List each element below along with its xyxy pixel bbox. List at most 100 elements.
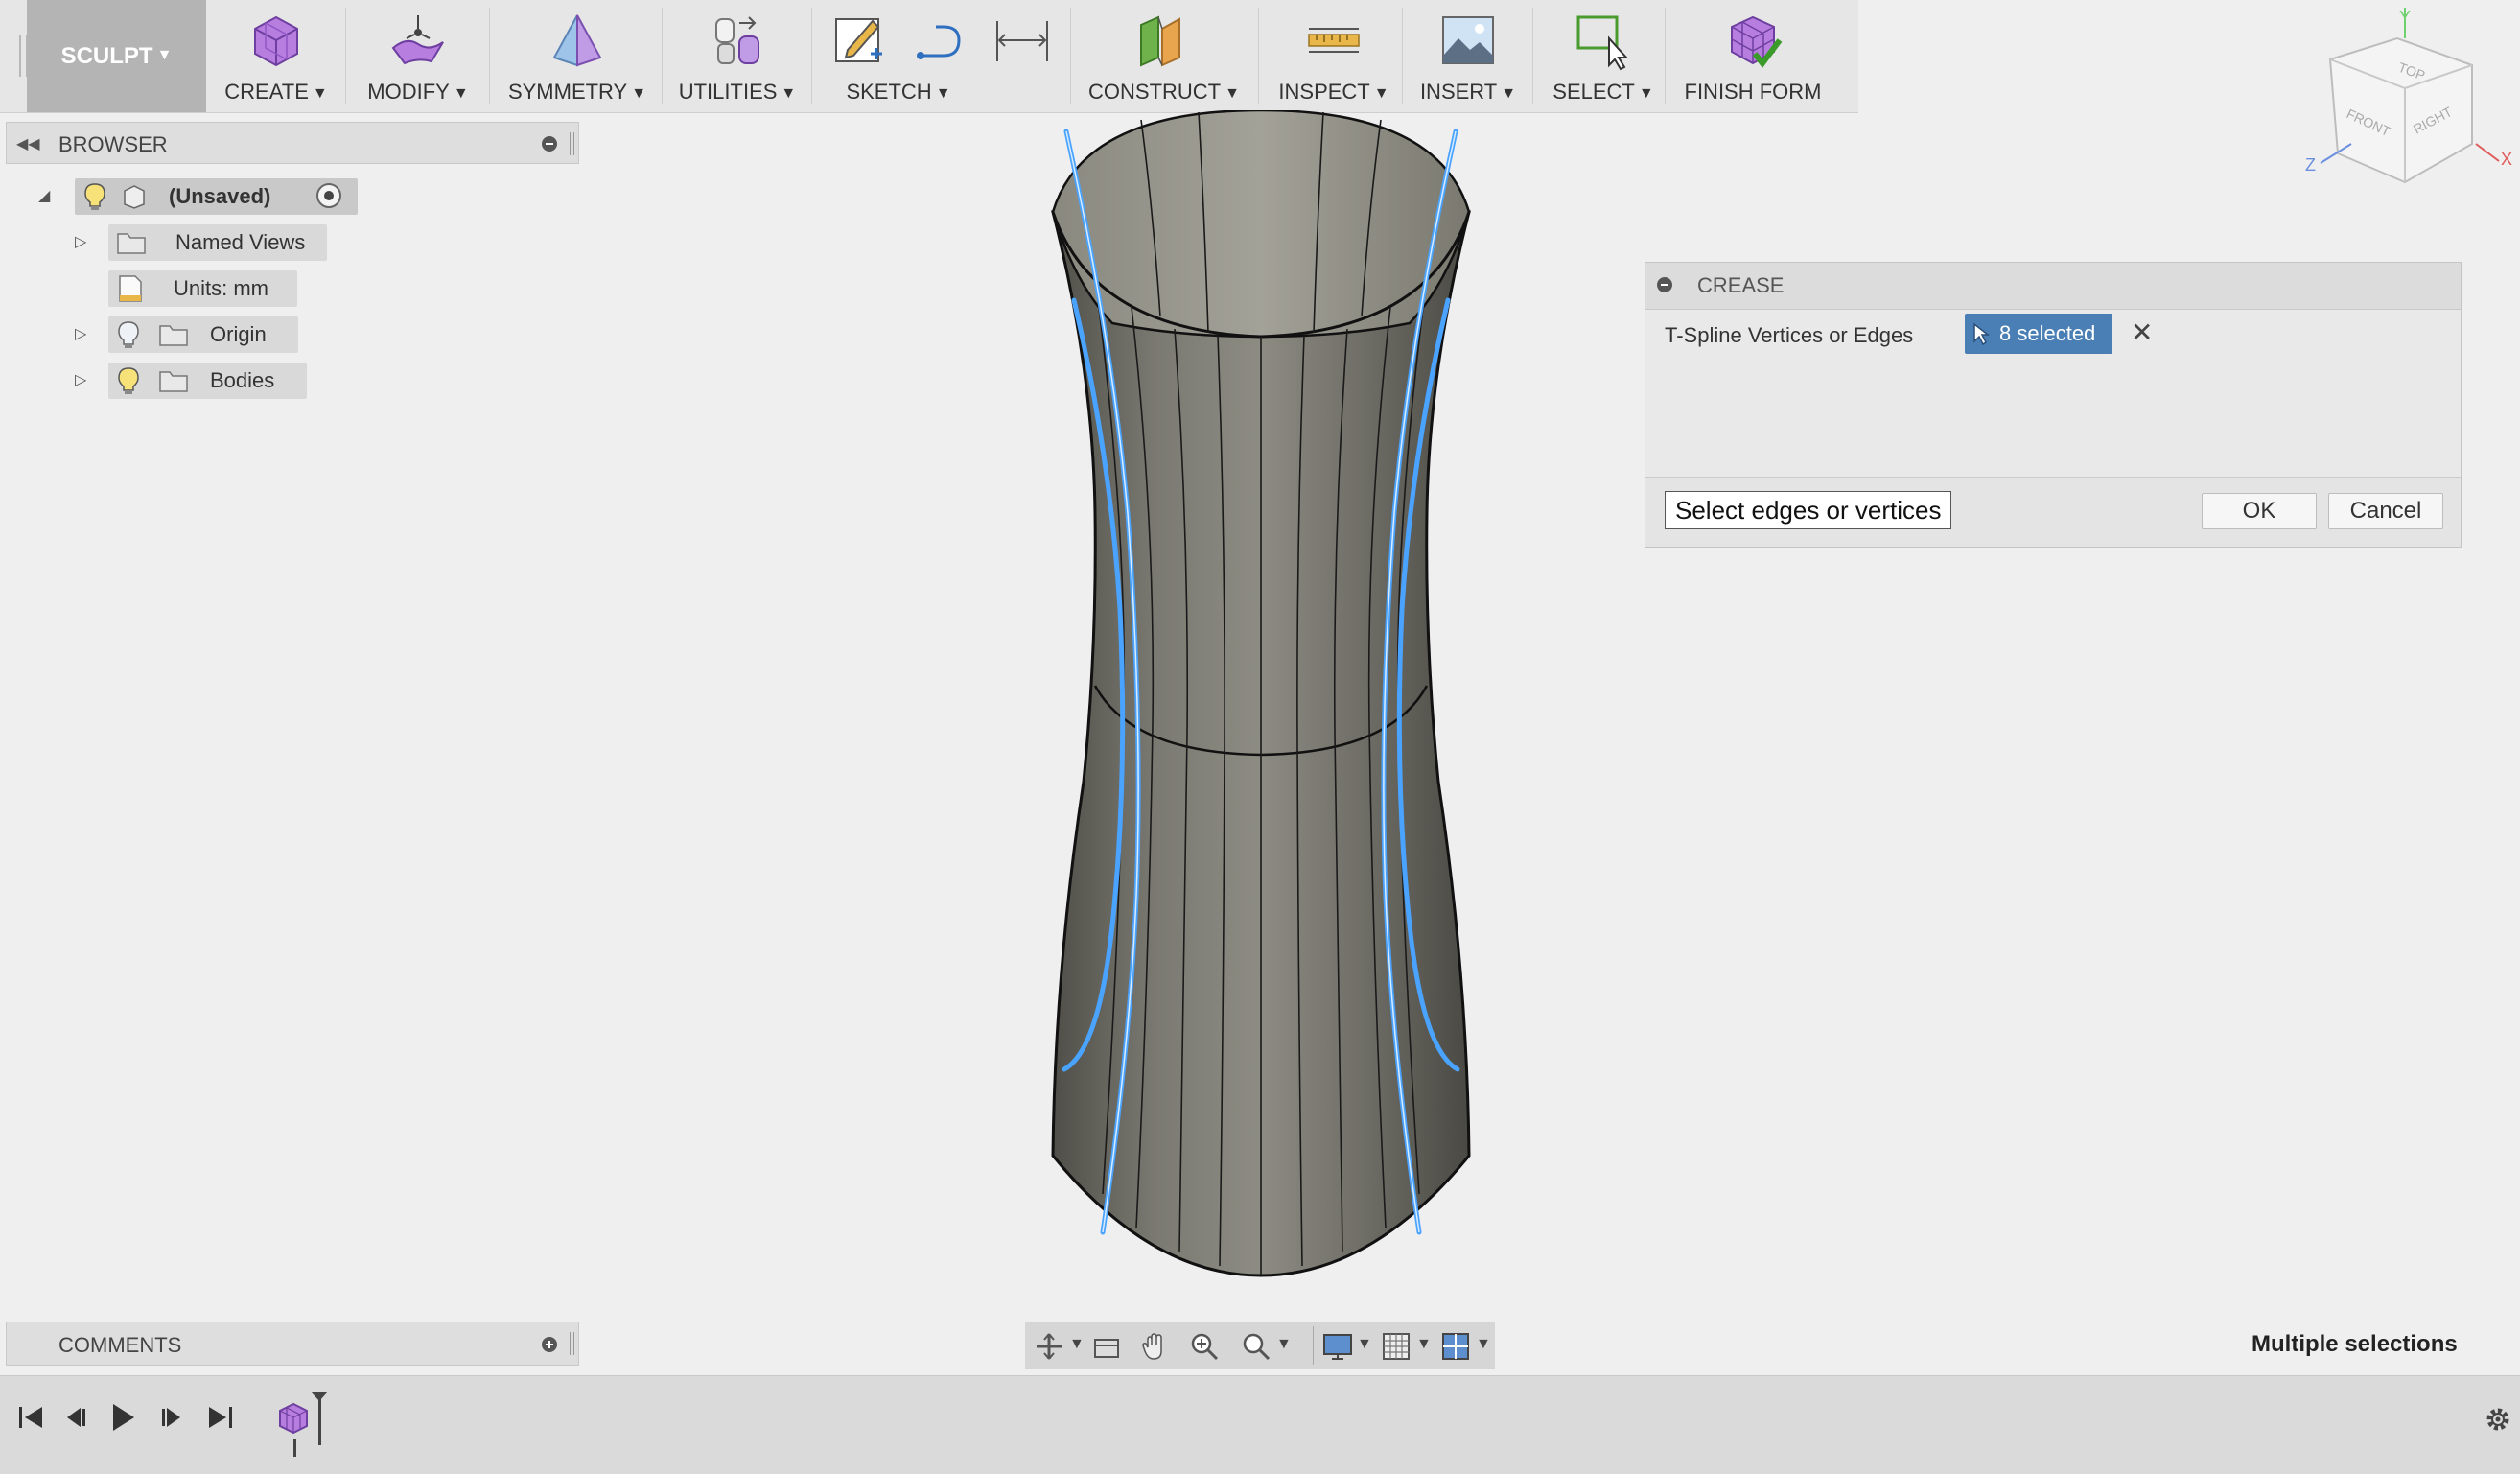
sketch-menu[interactable]: SKETCH ▼ <box>817 0 1068 112</box>
folder-icon <box>116 230 147 255</box>
insert-menu[interactable]: INSERT ▼ <box>1406 0 1530 112</box>
bodies-node[interactable]: Bodies <box>108 363 307 399</box>
browser-row-bodies[interactable]: ▷ Bodies <box>0 363 384 399</box>
field-label: T-Spline Vertices or Edges <box>1665 323 1914 347</box>
timeline-marker[interactable] <box>309 1390 330 1447</box>
step-forward-icon[interactable] <box>157 1403 184 1432</box>
comments-header[interactable]: COMMENTS <box>6 1322 579 1366</box>
chevron-down-icon[interactable]: ▼ <box>1416 1336 1432 1353</box>
add-comment-icon[interactable] <box>542 1337 557 1352</box>
symmetry-menu[interactable]: SYMMETRY ▼ <box>495 0 660 112</box>
browser-row-units[interactable]: Units: mm <box>0 270 384 307</box>
inspect-menu[interactable]: INSPECT ▼ <box>1264 0 1404 112</box>
chevron-down-icon[interactable]: ▼ <box>1476 1336 1491 1353</box>
origin-label: Origin <box>210 322 267 346</box>
insert-label: INSERT <box>1419 80 1498 104</box>
root-node-label: (Unsaved) <box>169 184 271 208</box>
utilities-icon <box>707 10 768 71</box>
origin-node[interactable]: Origin <box>108 316 298 353</box>
toolbar-divider <box>1402 8 1403 104</box>
named-views-node[interactable]: Named Views <box>108 224 327 261</box>
expand-triangle-icon[interactable]: ◢ <box>38 186 50 205</box>
workspace-switcher[interactable]: SCULPT ▼ <box>27 0 206 112</box>
panel-grip[interactable] <box>570 1332 574 1355</box>
chevron-down-icon: ▼ <box>156 46 173 63</box>
construct-menu[interactable]: CONSTRUCT ▼ <box>1076 0 1252 112</box>
view-cube[interactable]: Y Z X TOP FRONT RIGHT <box>2292 0 2518 201</box>
fit-zoom-icon[interactable] <box>1242 1332 1271 1361</box>
browser-row-named-views[interactable]: ▷ Named Views <box>0 224 384 261</box>
selection-hint-tooltip: Select edges or vertices <box>1665 491 1952 529</box>
selection-chip[interactable]: 8 selected <box>1965 314 2112 354</box>
comments-title: COMMENTS <box>58 1333 182 1357</box>
zoom-icon[interactable] <box>1190 1332 1219 1361</box>
browser-row-origin[interactable]: ▷ Origin <box>0 316 384 353</box>
folder-icon <box>158 368 189 393</box>
toolbar-divider <box>345 8 346 104</box>
cancel-button[interactable]: Cancel <box>2328 493 2443 529</box>
expand-triangle-icon[interactable]: ▷ <box>75 232 86 251</box>
chevron-down-icon[interactable]: ▼ <box>1069 1336 1085 1353</box>
grid-icon[interactable] <box>1382 1332 1411 1361</box>
modify-menu[interactable]: MODIFY ▼ <box>351 0 485 112</box>
pan-hand-icon[interactable] <box>1140 1332 1169 1361</box>
clear-selection-icon[interactable]: ✕ <box>2131 316 2153 348</box>
finish-form-button[interactable]: FINISH FORM <box>1670 0 1835 112</box>
orbit-icon[interactable] <box>1035 1332 1063 1361</box>
viewports-icon[interactable] <box>1441 1332 1470 1361</box>
toolbar-divider <box>1665 8 1666 104</box>
look-at-icon[interactable] <box>1092 1334 1121 1361</box>
toolbar-divider <box>1532 8 1533 104</box>
timeline-tick <box>293 1439 296 1457</box>
lightbulb-icon[interactable] <box>116 366 141 395</box>
axis-z-label: Z <box>2305 155 2316 175</box>
sketch-icon <box>830 12 888 69</box>
toolbar-divider <box>662 8 663 104</box>
cursor-arrow-icon <box>1973 322 1990 345</box>
chevron-down-icon: ▼ <box>453 85 469 102</box>
finish-form-icon <box>1722 10 1784 71</box>
tspline-body[interactable] <box>1036 110 1496 1280</box>
root-node[interactable]: (Unsaved) <box>75 178 358 215</box>
chevron-down-icon: ▼ <box>1638 85 1654 102</box>
minimize-icon[interactable] <box>542 136 557 152</box>
gear-icon[interactable] <box>2484 1405 2512 1434</box>
units-label: Units: mm <box>174 276 268 300</box>
create-menu[interactable]: CREATE ▼ <box>213 0 339 112</box>
status-text: Multiple selections <box>2252 1331 2458 1357</box>
toolbar-divider <box>489 8 490 104</box>
browser-title: BROWSER <box>58 132 168 156</box>
units-node[interactable]: Units: mm <box>108 270 297 307</box>
lightbulb-icon[interactable] <box>82 182 107 211</box>
toolbar: SCULPT ▼ CREATE ▼ MODIFY ▼ SYMMETRY ▼ UT… <box>0 0 1858 113</box>
sketch-label: SKETCH <box>846 80 932 104</box>
form-feature-icon[interactable] <box>276 1401 311 1436</box>
expand-triangle-icon[interactable]: ▷ <box>75 324 86 343</box>
step-back-icon[interactable] <box>63 1403 90 1432</box>
go-to-start-icon[interactable] <box>17 1403 44 1432</box>
display-settings-icon[interactable] <box>1322 1332 1353 1361</box>
timeline-bar <box>0 1375 2520 1474</box>
play-icon[interactable] <box>109 1401 136 1434</box>
crease-dialog-header[interactable]: CREASE <box>1645 263 2461 310</box>
folder-icon <box>158 322 189 347</box>
navigation-bar: ▼ ▼ ▼ ▼ ▼ <box>1025 1322 1495 1369</box>
lightbulb-off-icon[interactable] <box>116 320 141 349</box>
chevron-down-icon: ▼ <box>631 85 647 102</box>
ok-button[interactable]: OK <box>2202 493 2317 529</box>
collapse-dialog-icon[interactable] <box>1657 277 1672 292</box>
select-menu[interactable]: SELECT ▼ <box>1538 0 1668 112</box>
workspace-label: SCULPT <box>60 42 153 69</box>
browser-header: ◀◀ BROWSER <box>6 122 579 164</box>
activate-radio-icon[interactable] <box>316 183 341 208</box>
collapse-left-icon[interactable]: ◀◀ <box>16 134 40 153</box>
utilities-menu[interactable]: UTILITIES ▼ <box>667 0 807 112</box>
expand-triangle-icon[interactable]: ▷ <box>75 370 86 389</box>
chevron-down-icon[interactable]: ▼ <box>1276 1336 1292 1353</box>
browser-root-row[interactable]: ◢ (Unsaved) <box>0 178 384 215</box>
go-to-end-icon[interactable] <box>207 1403 234 1432</box>
bodies-label: Bodies <box>210 368 275 392</box>
panel-grip[interactable] <box>570 132 574 155</box>
insert-image-icon <box>1437 10 1499 71</box>
chevron-down-icon[interactable]: ▼ <box>1357 1336 1372 1353</box>
